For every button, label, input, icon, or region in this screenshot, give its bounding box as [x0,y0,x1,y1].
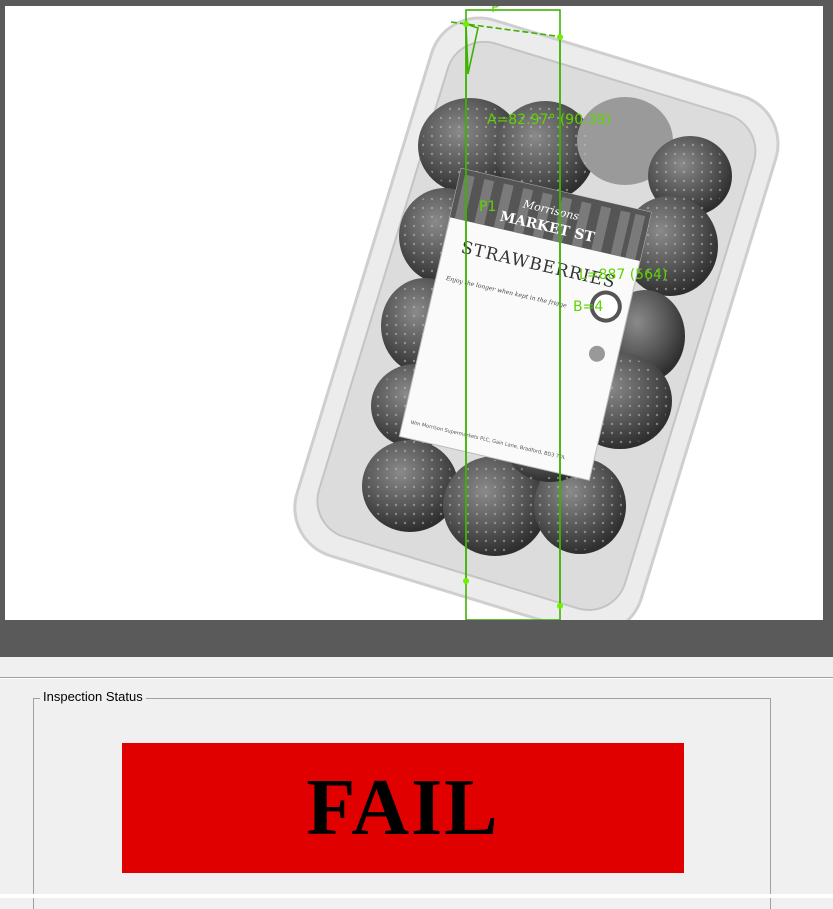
result-text: FAIL [306,763,500,852]
inspection-status-title: Inspection Status [40,689,146,704]
count-measurement-label: B=4 [573,299,604,315]
top-point-label: P [491,6,500,16]
panel-separator [0,657,833,678]
inspection-image-canvas[interactable]: Morrisons MARKET ST STRAWBERRIES Enjoy t… [5,6,823,620]
inspection-image: Morrisons MARKET ST STRAWBERRIES Enjoy t… [293,9,780,620]
image-viewer-frame: Morrisons MARKET ST STRAWBERRIES Enjoy t… [0,0,833,657]
angle-measurement-label: A=82.97° (90.39) [487,112,611,128]
point-label: P1 [479,199,497,215]
inspection-status-group: Inspection Status FAIL [33,689,771,909]
result-banner: FAIL [122,743,684,873]
inspection-status-panel: Inspection Status FAIL [0,679,833,909]
length-measurement-label: L=887 (564) [579,267,668,283]
bottom-strip [0,894,833,898]
